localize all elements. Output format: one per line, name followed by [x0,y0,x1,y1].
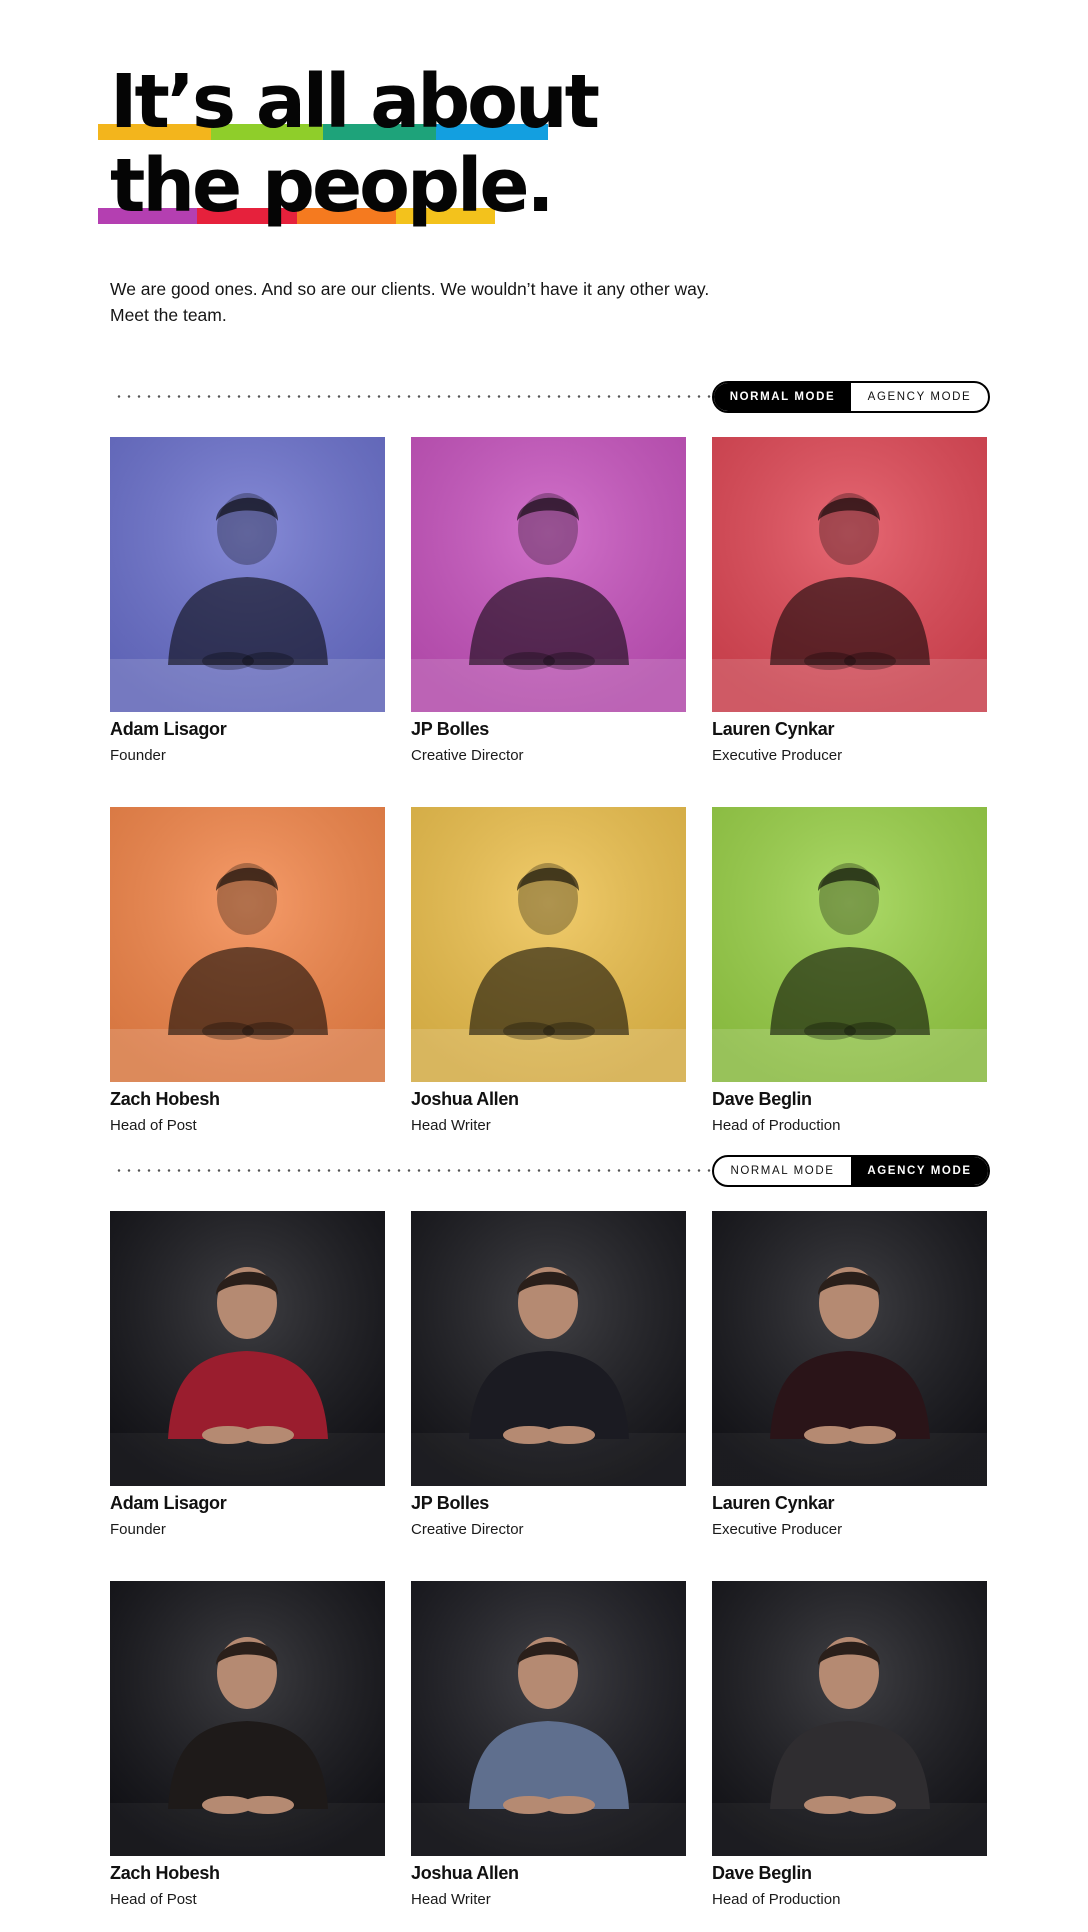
person-photo[interactable] [110,1581,385,1856]
team-member-card[interactable]: Dave Beglin Head of Production [712,1581,987,1908]
person-photo[interactable] [712,1581,987,1856]
member-role: Head Writer [411,1891,491,1908]
headline-text-1: It’s all about [110,59,600,145]
member-role: Creative Director [411,1521,524,1538]
person-photo-image [712,1581,987,1856]
intro-line-2: Meet the team. [110,305,227,325]
member-name: Adam Lisagor [110,1493,227,1513]
mode-divider-normal: NORMAL MODE AGENCY MODE [110,381,990,413]
member-name: Lauren Cynkar [712,1493,835,1513]
team-member-card[interactable]: Lauren Cynkar Executive Producer [712,1211,987,1538]
person-photo-image [712,807,987,1082]
intro-line-1: We are good ones. And so are our clients… [110,279,710,299]
team-member-card[interactable]: Joshua Allen Head Writer [411,807,686,1134]
member-role: Creative Director [411,747,524,764]
member-name: Dave Beglin [712,1089,812,1109]
intro-text: We are good ones. And so are our clients… [110,276,750,328]
headline-line-2: the people. [98,144,597,228]
team-member-card[interactable]: JP Bolles Creative Director [411,437,686,764]
member-role: Head of Post [110,1117,197,1134]
member-name: Lauren Cynkar [712,719,835,739]
headline-text-2: the people. [110,143,555,229]
normal-mode-button[interactable]: NORMAL MODE [714,383,851,411]
headline-line-1: It’s all about [98,59,600,145]
dotted-line [114,1169,712,1172]
team-page: It’s all about the people. We are good o… [0,0,1088,1932]
person-photo[interactable] [110,437,385,712]
person-photo-image [712,1211,987,1486]
member-name: JP Bolles [411,1493,490,1513]
member-role: Head of Production [712,1891,841,1908]
person-photo-image [110,1581,385,1856]
team-member-card[interactable]: Zach Hobesh Head of Post [110,807,385,1134]
person-photo-image [411,1581,686,1856]
person-photo[interactable] [712,807,987,1082]
person-photo-image [411,1211,686,1486]
member-name: Dave Beglin [712,1863,812,1883]
person-photo[interactable] [411,807,686,1082]
team-member-card[interactable]: Adam Lisagor Founder [110,437,385,764]
person-photo-image [110,437,385,712]
agency-mode-button[interactable]: AGENCY MODE [851,1157,988,1185]
member-role: Head Writer [411,1117,491,1134]
team-member-card[interactable]: Lauren Cynkar Executive Producer [712,437,987,764]
person-photo-image [411,437,686,712]
team-member-card[interactable]: JP Bolles Creative Director [411,1211,686,1538]
person-photo[interactable] [411,1211,686,1486]
mode-toggle[interactable]: NORMAL MODE AGENCY MODE [712,381,990,413]
mode-divider-agency: NORMAL MODE AGENCY MODE [110,1155,990,1187]
member-role: Founder [110,747,166,764]
member-role: Head of Post [110,1891,197,1908]
agency-mode-button[interactable]: AGENCY MODE [851,383,988,411]
team-member-card[interactable]: Joshua Allen Head Writer [411,1581,686,1908]
member-name: JP Bolles [411,719,490,739]
person-photo-image [110,807,385,1082]
team-grid-agency: Adam Lisagor Founder JP Bolles Creative Dir… [110,1211,990,1911]
person-photo[interactable] [411,437,686,712]
team-member-card[interactable]: Adam Lisagor Founder [110,1211,385,1538]
person-photo[interactable] [110,1211,385,1486]
normal-mode-button[interactable]: NORMAL MODE [714,1157,851,1185]
person-photo-image [411,807,686,1082]
member-name: Joshua Allen [411,1863,519,1883]
headline: It’s all about the people. [98,59,600,228]
person-photo[interactable] [712,437,987,712]
team-member-card[interactable]: Dave Beglin Head of Production [712,807,987,1134]
member-name: Adam Lisagor [110,719,227,739]
member-role: Executive Producer [712,1521,843,1538]
member-role: Founder [110,1521,166,1538]
person-photo[interactable] [712,1211,987,1486]
dotted-line [114,395,712,398]
mode-toggle[interactable]: NORMAL MODE AGENCY MODE [712,1155,990,1187]
person-photo[interactable] [110,807,385,1082]
member-name: Joshua Allen [411,1089,519,1109]
team-member-card[interactable]: Zach Hobesh Head of Post [110,1581,385,1908]
member-role: Head of Production [712,1117,841,1134]
person-photo-image [712,437,987,712]
member-name: Zach Hobesh [110,1863,220,1883]
person-photo-image [110,1211,385,1486]
member-role: Executive Producer [712,747,843,764]
team-grid-normal: Adam Lisagor Founder JP Bolles Creative Dir… [110,437,990,1137]
member-name: Zach Hobesh [110,1089,220,1109]
person-photo[interactable] [411,1581,686,1856]
